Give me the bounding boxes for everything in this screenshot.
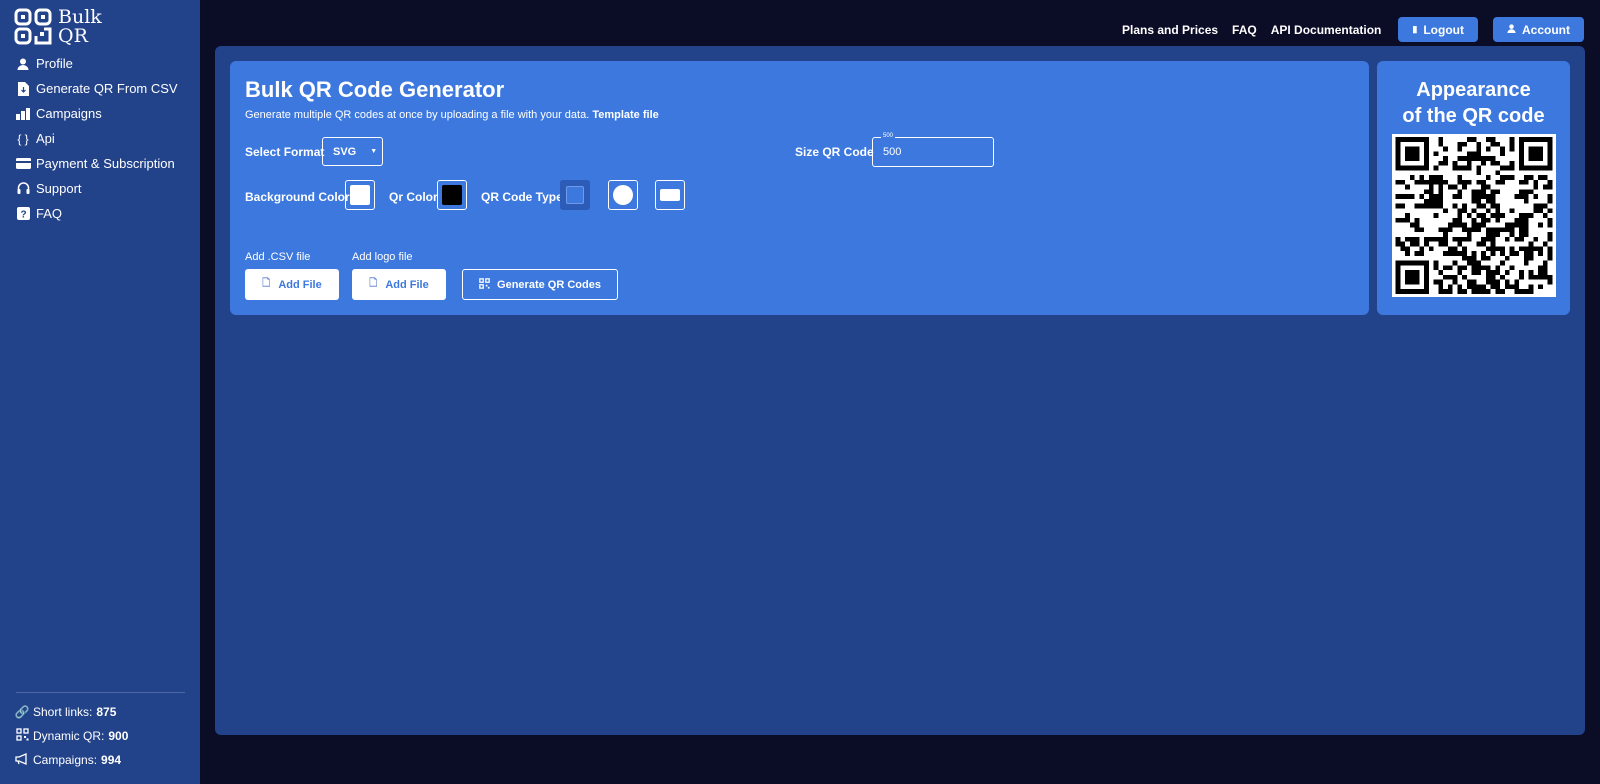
logo-line-2: QR	[58, 25, 88, 47]
add-logo-file-button[interactable]: 🗋 Add File	[352, 269, 446, 300]
logo-file-label: Add logo file	[352, 251, 413, 263]
braces-icon: { }	[17, 131, 29, 146]
sidebar-item-label: Support	[36, 181, 82, 196]
qr-type-label: QR Code Type	[481, 190, 563, 204]
add-file-label: Add File	[385, 278, 429, 291]
svg-text:?: ?	[20, 210, 26, 221]
format-value: SVG	[333, 145, 357, 158]
stat-value: 900	[108, 729, 129, 743]
background-color-swatch	[350, 185, 370, 205]
file-download-icon	[15, 81, 31, 97]
sidebar-nav: Profile Generate QR From CSV Campaigns {…	[0, 51, 200, 226]
generator-card: Bulk QR Code Generator Generate multiple…	[230, 61, 1369, 315]
sidebar-item-label: Payment & Subscription	[36, 156, 175, 171]
sidebar-item-label: Api	[36, 131, 55, 146]
stat-campaigns: Campaigns: 994	[14, 748, 128, 772]
user-icon	[15, 56, 31, 72]
size-legend: 500	[881, 133, 896, 139]
account-label: Account	[1522, 22, 1570, 37]
stat-dynamic-qr: Dynamic QR: 900	[14, 724, 128, 748]
size-input[interactable]	[873, 138, 993, 166]
format-select[interactable]: SVG ▼	[322, 137, 383, 166]
sidebar-item-payment[interactable]: Payment & Subscription	[0, 151, 200, 176]
link-plans-prices[interactable]: Plans and Prices	[1122, 23, 1218, 37]
door-icon: ▮	[1412, 24, 1418, 34]
csv-file-label: Add .CSV file	[245, 251, 311, 263]
sidebar-item-faq[interactable]: ? FAQ	[0, 201, 200, 226]
sidebar-item-profile[interactable]: Profile	[0, 51, 200, 76]
qr-icon	[14, 728, 30, 744]
qr-preview-card: Appearance of the QR code	[1377, 61, 1570, 315]
qr-logo-icon	[14, 8, 54, 46]
city-icon	[15, 106, 31, 122]
circle-icon	[613, 185, 633, 205]
add-csv-file-button[interactable]: 🗋 Add File	[245, 269, 339, 300]
logo[interactable]: Bulk QR	[14, 8, 102, 46]
qr-type-square[interactable]	[560, 180, 590, 210]
file-add-icon: 🗋	[369, 278, 378, 289]
question-icon: ?	[15, 206, 31, 222]
link-faq[interactable]: FAQ	[1232, 23, 1257, 37]
preview-title: Appearance of the QR code	[1377, 77, 1570, 129]
usage-stats: 🔗 Short links: 875 Dynamic QR: 900 Campa…	[14, 700, 129, 772]
stat-label: Campaigns:	[33, 753, 98, 767]
background-color-label: Background Color	[245, 190, 350, 204]
page-subtitle: Generate multiple QR codes at once by up…	[245, 109, 659, 121]
sidebar-item-api[interactable]: { } Api	[0, 126, 200, 151]
sidebar-item-campaigns[interactable]: Campaigns	[0, 101, 200, 126]
top-navigation: Plans and Prices FAQ API Documentation ▮…	[1122, 17, 1584, 42]
sidebar-item-support[interactable]: Support	[0, 176, 200, 201]
logout-button[interactable]: ▮ Logout	[1398, 17, 1478, 42]
qr-code-preview	[1392, 134, 1556, 297]
add-file-label: Add File	[278, 278, 322, 291]
logout-label: Logout	[1423, 22, 1464, 37]
qr-color-label: Qr Color	[389, 190, 438, 204]
headset-icon	[15, 181, 31, 197]
stat-short-links: 🔗 Short links: 875	[14, 700, 128, 724]
sidebar-item-label: FAQ	[36, 206, 63, 221]
qr-type-rounded[interactable]	[655, 180, 685, 210]
file-add-icon: 🗋	[262, 278, 271, 289]
stat-label: Dynamic QR:	[33, 729, 105, 743]
preview-title-line-2: of the QR code	[1402, 105, 1545, 127]
size-field: 500	[872, 133, 994, 167]
sidebar: Bulk QR Profile Generate QR From CSV Cam…	[0, 0, 200, 784]
logo-text: Bulk QR	[58, 8, 102, 46]
generate-qr-codes-button[interactable]: Generate QR Codes	[462, 269, 618, 300]
link-icon: 🔗	[14, 705, 30, 719]
background-color-picker[interactable]	[345, 180, 375, 210]
qr-color-swatch	[442, 185, 462, 205]
sidebar-item-label: Campaigns	[36, 106, 102, 121]
qr-code-image	[1395, 137, 1553, 294]
megaphone-icon	[14, 752, 30, 768]
qr-icon	[479, 277, 490, 292]
size-label: Size QR Code	[795, 145, 874, 159]
caret-down-icon: ▼	[370, 148, 378, 155]
main-panel: Bulk QR Code Generator Generate multiple…	[215, 46, 1585, 735]
qr-color-picker[interactable]	[437, 180, 467, 210]
stat-label: Short links:	[33, 705, 93, 719]
generate-label: Generate QR Codes	[497, 278, 601, 291]
page-title: Bulk QR Code Generator	[245, 77, 505, 102]
sidebar-item-label: Profile	[36, 56, 73, 71]
sidebar-item-generate-csv[interactable]: Generate QR From CSV	[0, 76, 200, 101]
rectangle-icon	[660, 189, 680, 201]
format-label: Select Format	[245, 145, 325, 159]
subtitle-text: Generate multiple QR codes at once by up…	[245, 109, 590, 121]
user-icon	[1507, 24, 1516, 35]
credit-card-icon	[15, 156, 31, 172]
template-file-link[interactable]: Template file	[592, 109, 658, 121]
qr-type-circle[interactable]	[608, 180, 638, 210]
stat-value: 994	[101, 753, 122, 767]
stat-value: 875	[96, 705, 117, 719]
preview-title-line-1: Appearance	[1416, 79, 1531, 101]
square-icon	[566, 186, 584, 204]
account-button[interactable]: Account	[1493, 17, 1584, 42]
link-api-docs[interactable]: API Documentation	[1271, 23, 1382, 37]
sidebar-item-label: Generate QR From CSV	[36, 81, 178, 96]
sidebar-divider	[16, 692, 185, 693]
